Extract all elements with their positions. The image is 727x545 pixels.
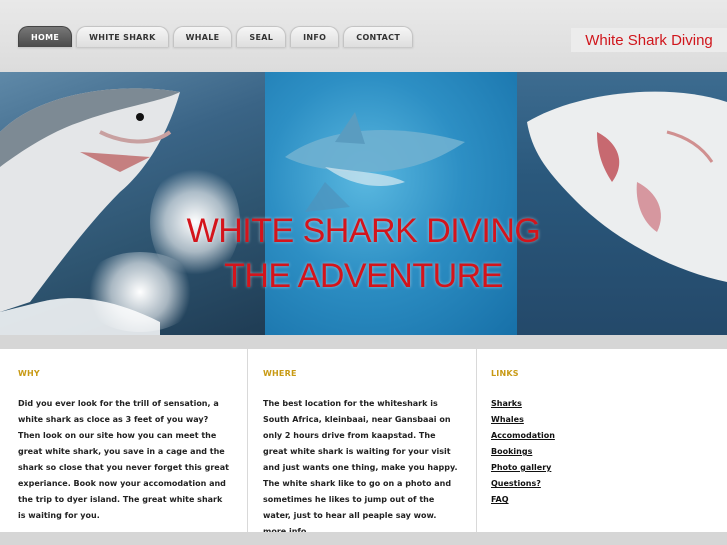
banner-headline-2: THE ADVENTURE <box>224 257 503 295</box>
link-sharks[interactable]: Sharks <box>491 399 522 408</box>
list-item: Whales <box>491 412 709 428</box>
why-text: Did you ever look for the trill of sensa… <box>18 399 229 520</box>
list-item: Photo gallery <box>491 460 709 476</box>
nav-tab-home[interactable]: HOME <box>18 26 73 47</box>
nav-tab-white-shark[interactable]: WHITE SHARK <box>76 26 169 47</box>
link-bookings[interactable]: Bookings <box>491 447 532 456</box>
link-photo-gallery[interactable]: Photo gallery <box>491 463 551 472</box>
top-bar: HOME WHITE SHARK WHALE SEAL INFO CONTACT… <box>0 0 727 72</box>
nav-tab-contact[interactable]: CONTACT <box>343 26 414 47</box>
links-column: LINKS Sharks Whales Accomodation Booking… <box>477 349 727 532</box>
footer-strip <box>0 532 727 545</box>
nav-tab-whale[interactable]: WHALE <box>172 26 233 47</box>
list-item: Bookings <box>491 444 709 460</box>
why-column: WHY Did you ever look for the trill of s… <box>0 349 248 532</box>
list-item: FAQ <box>491 492 709 508</box>
list-item: Accomodation <box>491 428 709 444</box>
list-item: Sharks <box>491 396 709 412</box>
banner-headline-1: WHITE SHARK DIVING <box>186 212 541 250</box>
hero-banner: WHITE SHARK DIVING THE ADVENTURE <box>0 72 727 335</box>
link-whales[interactable]: Whales <box>491 415 524 424</box>
why-heading: WHY <box>18 369 40 378</box>
where-column: WHERE The best location for the whitesha… <box>248 349 477 536</box>
content-area: WHY Did you ever look for the trill of s… <box>0 349 727 536</box>
nav-tab-seal[interactable]: SEAL <box>236 26 287 47</box>
site-title: White Shark Diving <box>571 28 727 52</box>
list-item: Questions? <box>491 476 709 492</box>
where-text: The best location for the whiteshark is … <box>263 399 458 520</box>
where-heading: WHERE <box>263 369 297 378</box>
where-paragraph: The best location for the whiteshark is … <box>263 396 458 540</box>
links-list: Sharks Whales Accomodation Bookings Phot… <box>491 396 709 508</box>
main-nav: HOME WHITE SHARK WHALE SEAL INFO CONTACT <box>18 26 414 47</box>
link-faq[interactable]: FAQ <box>491 495 509 504</box>
link-questions[interactable]: Questions? <box>491 479 541 488</box>
link-accomodation[interactable]: Accomodation <box>491 431 555 440</box>
nav-tab-info[interactable]: INFO <box>290 26 340 47</box>
links-heading: LINKS <box>491 369 519 378</box>
